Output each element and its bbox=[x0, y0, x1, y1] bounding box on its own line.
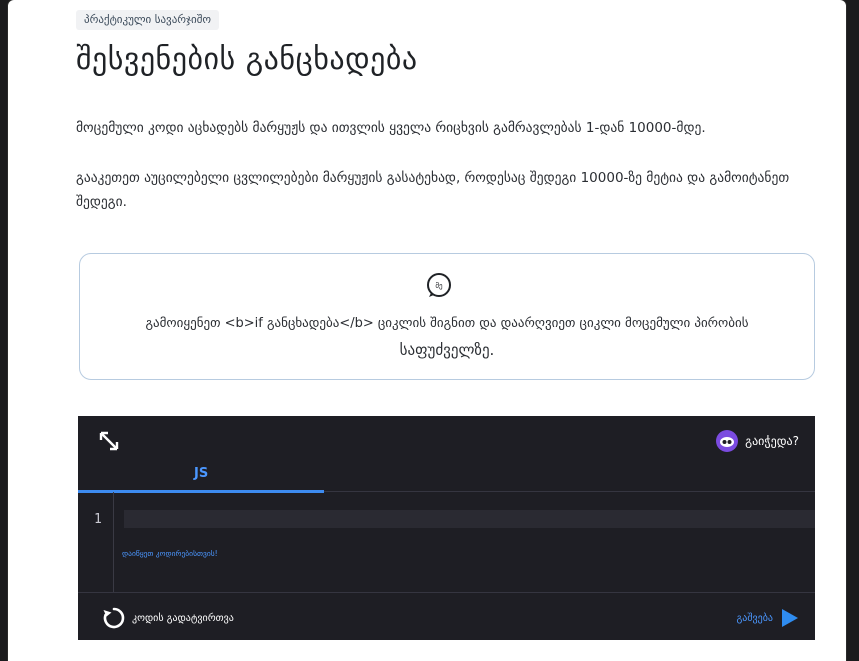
hint-line-1: გამოიყენეთ <b>if განცხადება</b> ციკლის შ… bbox=[145, 316, 749, 331]
instruction-paragraph-2: გააკეთეთ აუცილებელი ცვლილებები მარყუჟის … bbox=[76, 170, 790, 210]
hint-box: მე გამოიყენეთ <b>if განცხადება</b> ციკლი… bbox=[79, 253, 815, 380]
footer-divider bbox=[78, 592, 815, 593]
stuck-help-label: გაიჭედა? bbox=[745, 434, 799, 448]
exercise-badge: პრაქტიკული სავარჯიშო bbox=[76, 10, 220, 30]
code-placeholder: დაიწყეთ კოდირებისთვის! bbox=[122, 549, 218, 558]
code-editor: გაიჭედა? JS 1 დაიწყეთ კოდირებისთვის! კოდ… bbox=[78, 416, 815, 640]
hint-chat-icon: მე bbox=[427, 273, 451, 297]
stuck-help-button[interactable]: გაიჭედა? bbox=[715, 428, 799, 454]
hint-icon-label: მე bbox=[435, 282, 443, 290]
reset-icon bbox=[103, 607, 125, 629]
reset-code-button[interactable]: კოდის გადატვირთვა bbox=[102, 604, 234, 632]
instruction-paragraph-1: მოცემული კოდი აცხადებს მარყუჟს და ითვლის… bbox=[76, 120, 706, 136]
robot-avatar-icon bbox=[716, 430, 739, 452]
line-gutter bbox=[78, 492, 114, 592]
page-title: შესვენების განცხადება bbox=[76, 42, 418, 77]
tab-js-label: JS bbox=[194, 466, 209, 481]
lesson-page: პრაქტიკული სავარჯიშო შესვენების განცხადე… bbox=[8, 0, 846, 661]
hint-line-2: საფუძველზე. bbox=[399, 341, 495, 359]
line-number: 1 bbox=[94, 512, 102, 527]
run-label: გაშვება bbox=[736, 612, 773, 624]
hint-text: გამოიყენეთ <b>if განცხადება</b> ციკლის შ… bbox=[110, 311, 784, 363]
reset-code-label: კოდის გადატვირთვა bbox=[132, 612, 234, 624]
tab-divider bbox=[324, 491, 815, 492]
play-icon bbox=[782, 609, 798, 627]
expand-icon[interactable] bbox=[98, 430, 120, 452]
run-button[interactable]: გაშვება bbox=[736, 604, 799, 632]
code-input-line[interactable] bbox=[124, 510, 815, 528]
tab-js[interactable]: JS bbox=[78, 462, 324, 493]
